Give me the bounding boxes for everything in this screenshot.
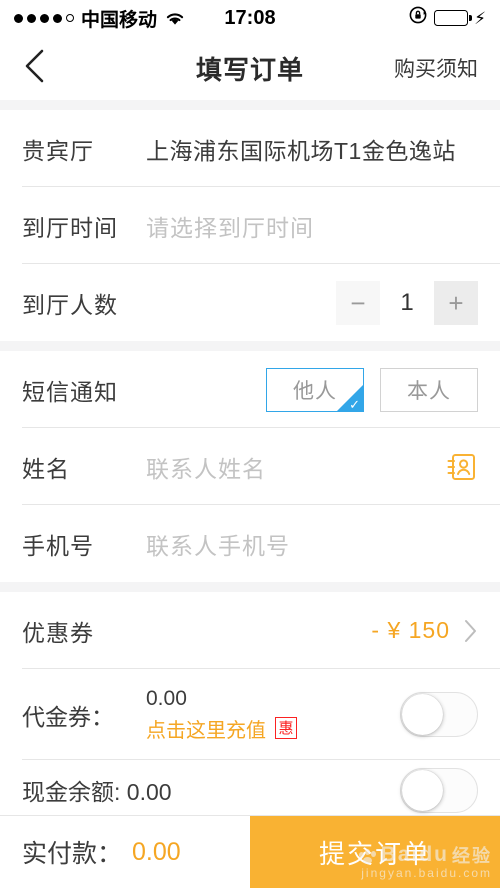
section-divider-contact [0,341,500,351]
contact-name-input[interactable]: 联系人姓名 [146,450,266,484]
sms-notification-label: 短信通知 [22,378,118,405]
increase-quantity-button[interactable]: + [434,280,478,325]
voucher-toggle-knob [402,694,443,735]
check-icon: ✓ [349,396,361,412]
rotation-lock-icon [408,5,428,31]
row-coupon[interactable]: 优惠券 - ¥ 150 [0,592,500,669]
sms-option-self[interactable]: 本人 [380,367,478,412]
section-divider-top [0,100,500,110]
coupon-label: 优惠券 [22,619,94,646]
lounge-section: 贵宾厅 上海浦东国际机场T1金色逸站 到厅时间 请选择到厅时间 到厅人数 − 1… [0,110,500,341]
promo-badge: 惠 [275,717,297,739]
voucher-amount: 0.00 [146,686,187,710]
decrease-quantity-button[interactable]: − [336,280,380,325]
row-lounge[interactable]: 贵宾厅 上海浦东国际机场T1金色逸站 [0,110,500,187]
lightning-bolt-icon: ⚡ [474,8,486,28]
app-screen: 中国移动 17:08 ⚡ 填写订单 购买须知 贵宾厅 上海浦东国际机场T1金色逸… [0,0,500,888]
sms-option-other-label: 他人 [293,379,337,403]
people-count-label: 到厅人数 [22,291,118,318]
contact-book-icon[interactable] [444,450,478,484]
payable-amount: 0.00 [132,837,181,866]
voucher-recharge-link[interactable]: 点击这里充值 [146,714,266,743]
voucher-label: 代金券： [22,703,114,730]
signal-strength-dots [14,13,74,23]
submit-order-label: 提交订单 [318,838,431,869]
chevron-right-icon [462,618,478,644]
row-contact-name: 姓名 联系人姓名 [0,428,500,505]
contact-phone-input[interactable]: 联系人手机号 [146,527,290,561]
status-bar-left: 中国移动 [14,5,186,32]
quantity-value: 1 [400,288,414,316]
watermark-suffix: 经验 [452,846,492,867]
purchase-notice-link[interactable]: 购买须知 [394,53,478,83]
navigation-bar: 填写订单 购买须知 [0,36,500,100]
lounge-value: 上海浦东国际机场T1金色逸站 [146,137,456,164]
submit-order-button[interactable]: 提交订单 Baidu 经验 jingyan.baidu.com [250,816,500,888]
section-divider-payment [0,582,500,592]
voucher-body: 0.00 点击这里充值 惠 [146,687,297,743]
voucher-recharge-row: 点击这里充值 惠 [146,714,297,743]
sms-option-other[interactable]: 他人 ✓ [266,367,364,412]
chevron-left-icon [22,47,48,90]
cash-balance-label: 现金余额: 0.00 [22,779,172,805]
contact-phone-label: 手机号 [22,532,94,559]
row-people-count: 到厅人数 − 1 + [0,264,500,341]
arrival-time-label: 到厅时间 [22,214,118,241]
carrier-label: 中国移动 [81,9,158,31]
payable-amount-area: 实付款： 0.00 [0,816,250,888]
battery-icon [434,10,472,26]
wifi-icon [164,10,186,26]
arrival-time-input[interactable]: 请选择到厅时间 [146,209,314,243]
row-arrival-time[interactable]: 到厅时间 请选择到厅时间 [0,187,500,264]
back-button[interactable] [22,46,62,90]
status-bar-right: ⚡ [408,5,486,31]
coupon-value: - ¥ 150 [371,617,450,643]
sms-recipient-choices: 他人 ✓ 本人 [266,367,478,412]
row-voucher: 代金券： 0.00 点击这里充值 惠 [0,669,500,760]
voucher-toggle[interactable] [400,692,478,737]
cash-balance-toggle-knob [402,769,443,811]
quantity-stepper: − 1 + [336,280,478,325]
bottom-action-bar: 实付款： 0.00 提交订单 Baidu 经验 jingyan.baidu.co… [0,815,500,888]
contact-section: 短信通知 他人 ✓ 本人 姓名 联系人姓名 手机号 联系人手机号 [0,351,500,582]
contact-name-label: 姓名 [22,455,70,482]
lounge-label: 贵宾厅 [22,137,94,164]
row-contact-phone: 手机号 联系人手机号 [0,505,500,582]
row-sms-notification: 短信通知 他人 ✓ 本人 [0,351,500,428]
cash-balance-toggle[interactable] [400,767,478,813]
payment-section: 优惠券 - ¥ 150 代金券： 0.00 点击这里充值 惠 现金余额: 0.0… [0,592,500,820]
payable-label: 实付款： [22,840,123,868]
row-cash-balance: 现金余额: 0.00 [0,760,500,820]
sms-option-self-label: 本人 [407,379,451,403]
status-bar: 中国移动 17:08 ⚡ [0,0,500,36]
